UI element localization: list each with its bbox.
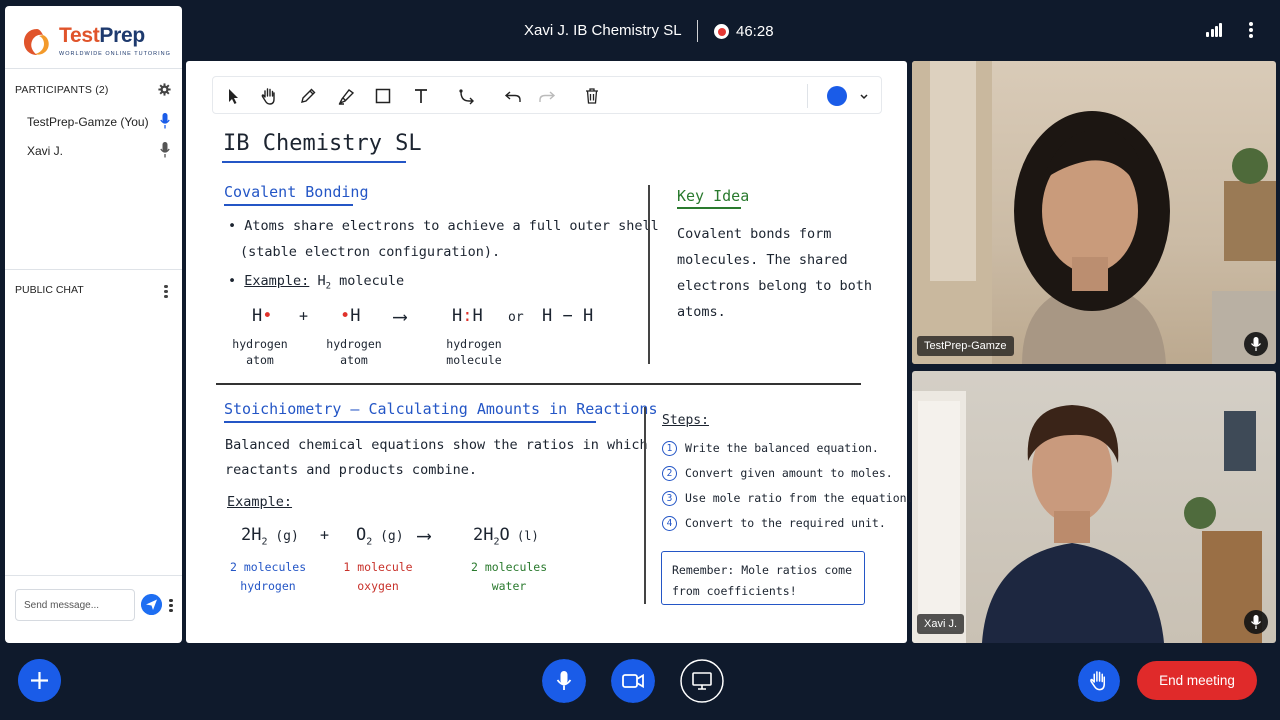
stoich-text: reactants and products combine. [225, 462, 477, 478]
video-tile-student[interactable]: Xavi J. [912, 371, 1276, 643]
microphone-button[interactable] [542, 659, 586, 703]
meeting-title: Xavi J. IB Chemistry SL [524, 22, 682, 39]
product-water: 2H2O (l) [473, 525, 539, 548]
color-picker-swatch[interactable] [827, 86, 847, 106]
text-tool-icon[interactable] [410, 85, 432, 107]
coefficient-note: 1 molecule oxygen [343, 560, 413, 593]
equation-arrow: ⟶ [418, 523, 431, 547]
video-tile-tutor[interactable]: TestPrep-Gamze [912, 61, 1276, 364]
equation-plus: + [320, 526, 330, 544]
board-title: IB Chemistry SL [223, 131, 422, 156]
step-item: 4 Convert to the required unit. [662, 516, 886, 531]
video-name-tag: TestPrep-Gamze [917, 336, 1014, 356]
microphone-active-icon [160, 113, 170, 129]
send-icon[interactable] [141, 594, 162, 615]
heading-underline [677, 207, 741, 209]
microphone-icon[interactable] [1244, 610, 1268, 634]
redo-icon[interactable] [536, 85, 558, 107]
step-item: 2 Convert given amount to moles. [662, 466, 893, 481]
raise-hand-button[interactable] [1078, 660, 1120, 702]
brand-name: TestPrep [59, 24, 145, 47]
highlighter-icon[interactable] [335, 85, 357, 107]
bullet-text: (stable electron configuration). [240, 244, 501, 260]
add-icon[interactable] [18, 659, 61, 702]
equation-atom: •H [340, 306, 361, 326]
step-item: 1 Write the balanced equation. [662, 441, 879, 456]
title-underline [222, 161, 406, 163]
key-idea-text: Covalent bonds form molecules. The share… [677, 226, 873, 320]
equation-plus: + [299, 307, 309, 325]
equation-bond-line: H − H [542, 306, 594, 326]
step-item: 3 Use mole ratio from the equation. [662, 491, 913, 506]
tutor-video-image [912, 61, 1276, 364]
section-heading-stoichiometry: Stoichiometry — Calculating Amounts in R… [224, 400, 658, 418]
gear-icon[interactable] [158, 83, 171, 96]
chevron-down-icon[interactable] [853, 85, 868, 107]
pan-hand-icon[interactable] [258, 85, 280, 107]
equation-label: hydrogen atom [326, 337, 382, 367]
chat-more-icon[interactable] [168, 597, 174, 613]
camera-button[interactable] [611, 659, 655, 703]
coefficient-note: 2 molecules hydrogen [230, 560, 307, 593]
whiteboard-toolbar [212, 76, 882, 114]
more-options-icon[interactable] [1242, 20, 1260, 42]
bullet-text: • Atoms share electrons to achieve a ful… [228, 218, 659, 234]
heading-underline [224, 204, 353, 206]
connector-icon[interactable] [456, 85, 478, 107]
title-separator [697, 20, 698, 42]
microphone-icon [160, 142, 170, 158]
column-divider [648, 185, 650, 364]
equation-label: hydrogen molecule [446, 337, 502, 367]
participant-item[interactable]: TestPrep-Gamze (You) [27, 115, 149, 129]
coefficient-note: 2 molecules water [471, 560, 548, 593]
example-label: Example: [227, 494, 293, 510]
reactant-hydrogen: 2H2 (g) [241, 525, 299, 548]
microphone-icon[interactable] [1244, 332, 1268, 356]
equation-label: hydrogen atom [232, 337, 288, 367]
meeting-timer: 46:28 [736, 23, 774, 40]
student-video-image [912, 391, 1262, 643]
top-bar: Xavi J. IB Chemistry SL 46:28 [0, 0, 1280, 62]
select-cursor-icon[interactable] [222, 85, 244, 107]
brand-tagline: WORLDWIDE ONLINE TUTORING [59, 51, 171, 57]
divider [5, 575, 182, 576]
example-line: • Example: H2 molecule [228, 273, 405, 292]
logo-mark-icon [24, 29, 49, 55]
chat-options-icon[interactable] [162, 283, 170, 299]
sidebar: TestPrep WORLDWIDE ONLINE TUTORING PARTI… [5, 6, 182, 643]
section-heading-covalent: Covalent Bonding [224, 183, 369, 201]
end-meeting-button[interactable]: End meeting [1137, 661, 1257, 700]
chat-message-input[interactable]: Send message... [15, 589, 135, 621]
divider [5, 68, 182, 69]
equation-atom: H• [252, 306, 273, 326]
public-chat-header: PUBLIC CHAT [15, 284, 84, 296]
section-divider [216, 383, 861, 385]
pencil-icon[interactable] [297, 85, 319, 107]
key-idea-heading: Key Idea [677, 187, 750, 205]
equation-or: or [508, 310, 524, 325]
participants-header: PARTICIPANTS (2) [15, 84, 109, 96]
divider [5, 269, 182, 270]
stoich-text: Balanced chemical equations show the rat… [225, 437, 648, 453]
undo-icon[interactable] [502, 85, 524, 107]
reactant-oxygen: O2 (g) [356, 525, 404, 548]
screen-share-button[interactable] [680, 659, 724, 703]
remember-box: Remember: Mole ratios come from coeffici… [661, 551, 865, 605]
heading-underline [224, 421, 596, 423]
equation-molecule: H:H [452, 306, 483, 326]
equation-arrow: ⟶ [394, 304, 407, 328]
rectangle-icon[interactable] [372, 85, 394, 107]
participant-item[interactable]: Xavi J. [27, 144, 63, 158]
brand-logo: TestPrep WORLDWIDE ONLINE TUTORING [21, 24, 171, 64]
video-name-tag: Xavi J. [917, 614, 965, 634]
column-divider [644, 407, 646, 604]
toolbar-separator [807, 84, 808, 108]
recording-icon [714, 24, 729, 39]
whiteboard[interactable]: IB Chemistry SL Covalent Bonding • Atoms… [186, 61, 913, 643]
trash-icon[interactable] [581, 85, 603, 107]
connection-signal-icon[interactable] [1206, 23, 1222, 37]
steps-heading: Steps: [662, 413, 709, 428]
